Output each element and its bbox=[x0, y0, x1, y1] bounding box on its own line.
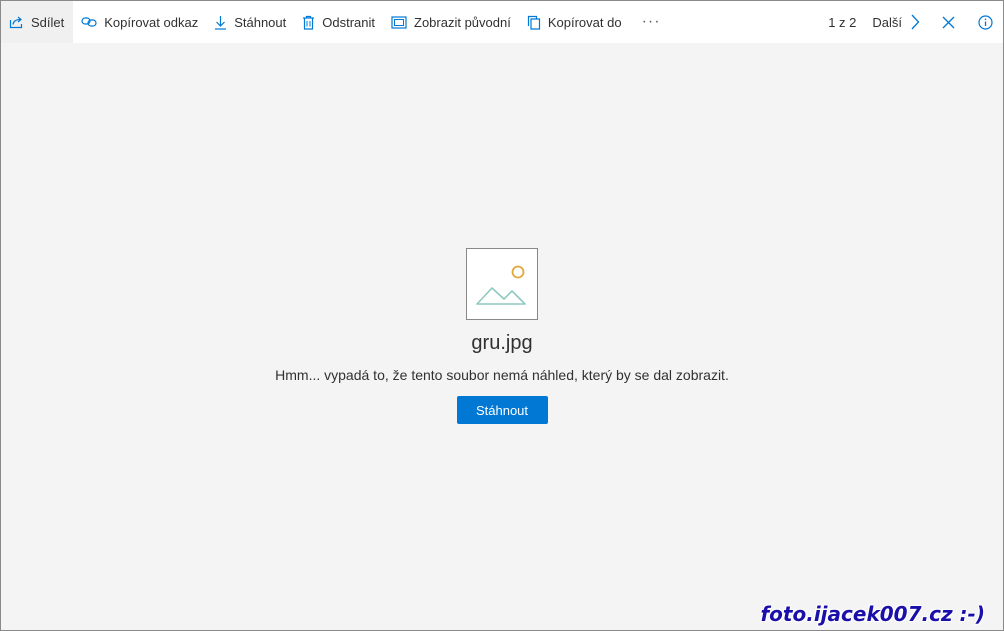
next-label: Další bbox=[872, 14, 902, 30]
trash-icon bbox=[303, 15, 315, 30]
view-original-label: Zobrazit původní bbox=[414, 14, 511, 30]
copy-link-button[interactable]: Kopírovat odkaz bbox=[73, 1, 206, 43]
next-button[interactable]: Další bbox=[872, 14, 920, 30]
more-options-icon[interactable]: ··· bbox=[630, 1, 673, 43]
page-counter: 1 z 2 bbox=[828, 14, 857, 30]
info-icon bbox=[978, 14, 993, 30]
image-placeholder bbox=[466, 248, 538, 320]
link-icon bbox=[81, 17, 97, 27]
chevron-right-icon bbox=[911, 14, 920, 30]
share-button[interactable]: Sdílet bbox=[1, 1, 74, 43]
share-icon bbox=[9, 16, 23, 29]
no-preview-message: Hmm... vypadá to, že tento soubor nemá n… bbox=[275, 367, 729, 383]
delete-button[interactable]: Odstranit bbox=[294, 1, 383, 43]
copy-link-label: Kopírovat odkaz bbox=[104, 14, 199, 30]
toolbar: Sdílet Kopírovat odkaz Stáhnout Odstrani… bbox=[1, 1, 1003, 43]
copy-to-button[interactable]: Kopírovat do bbox=[519, 1, 630, 43]
close-icon bbox=[942, 16, 955, 28]
view-original-icon bbox=[391, 15, 407, 29]
view-original-button[interactable]: Zobrazit původní bbox=[383, 1, 519, 43]
info-button[interactable] bbox=[978, 14, 993, 30]
download-button[interactable]: Stáhnout bbox=[456, 396, 548, 424]
download-toolbar-label: Stáhnout bbox=[234, 14, 287, 30]
close-button[interactable] bbox=[942, 16, 955, 29]
file-name: gru.jpg bbox=[471, 332, 533, 354]
share-label: Sdílet bbox=[31, 14, 65, 30]
download-icon bbox=[215, 15, 227, 30]
image-icon bbox=[476, 265, 526, 305]
viewer-frame: Sdílet Kopírovat odkaz Stáhnout Odstrani… bbox=[0, 0, 1004, 631]
no-preview-panel: gru.jpg Hmm... vypadá to, že tento soubo… bbox=[1, 248, 1003, 424]
delete-label: Odstranit bbox=[322, 14, 375, 30]
download-toolbar-button[interactable]: Stáhnout bbox=[206, 1, 294, 43]
watermark: foto.ijacek007.cz :-) bbox=[760, 602, 985, 626]
copy-icon bbox=[527, 15, 540, 30]
toolbar-right: 1 z 2 Další bbox=[828, 1, 1003, 43]
copy-to-label: Kopírovat do bbox=[547, 14, 622, 30]
